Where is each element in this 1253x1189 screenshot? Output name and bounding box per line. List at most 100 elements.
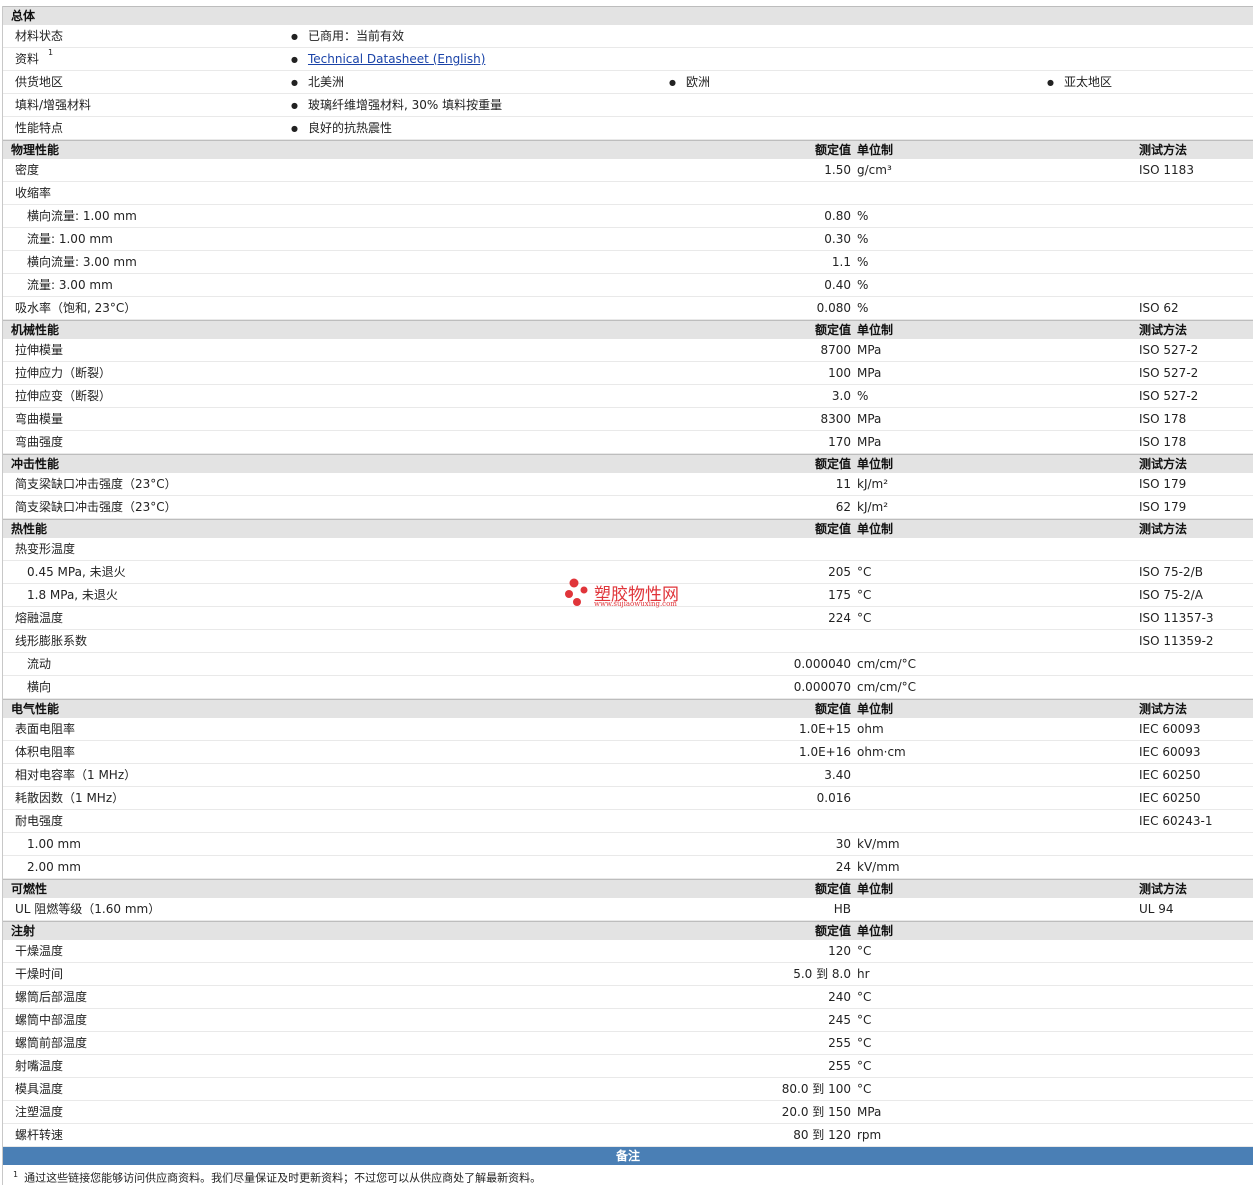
datasheet-link[interactable]: Technical Datasheet (English) [291,48,485,72]
unit-value: kJ/m² [857,500,889,514]
column-test-header: 测试方法 [1139,882,1188,896]
nominal-value: 5.0 到 8.0 [793,967,851,981]
nominal-value: 1.0E+16 [799,745,851,759]
nominal-value: 8300 [820,412,851,426]
property-label: 注塑温度 [15,1105,64,1119]
property-label: 螺筒前部温度 [15,1036,88,1050]
property-label: 0.45 MPa, 未退火 [27,565,126,579]
column-nominal-header: 额定值 [814,323,851,337]
nominal-value: 240 [828,990,851,1004]
property-row: 射嘴温度 255 °C [3,1055,1253,1078]
property-row: 相对电容率（1 MHz） 3.40 IEC 60250 [3,764,1253,787]
section-header: 冲击性能 额定值 单位制 测试方法 [3,454,1253,473]
column-unit-header: 单位制 [857,522,894,536]
unit-value: °C [857,1036,872,1050]
property-label: 拉伸应变（断裂） [15,389,112,403]
unit-value: cm/cm/°C [857,680,917,694]
nominal-value: 205 [828,565,851,579]
unit-value: ohm·cm [857,745,906,759]
property-row: 螺筒中部温度 245 °C [3,1009,1253,1032]
general-row: 供货地区 北美洲 欧洲 亚太地区 [3,71,1253,94]
property-label: UL 阻燃等级（1.60 mm） [15,902,161,916]
test-method: ISO 527-2 [1139,389,1199,403]
unit-value: ohm [857,722,884,736]
unit-value: kJ/m² [857,477,889,491]
nominal-value: 175 [828,588,851,602]
property-row: 横向流量: 3.00 mm 1.1% [3,251,1253,274]
property-row: 拉伸应变（断裂） 3.0% ISO 527-2 [3,385,1253,408]
column-nominal-header: 额定值 [814,143,851,157]
property-row: 耐电强度 IEC 60243-1 [3,810,1253,833]
column-test-header: 测试方法 [1139,702,1188,716]
property-label: 拉伸应力（断裂） [15,366,112,380]
column-test-header: 测试方法 [1139,522,1188,536]
property-label: 收缩率 [15,186,52,200]
test-method: ISO 62 [1139,301,1179,315]
nominal-value: 30 [835,837,851,851]
section-header: 可燃性 额定值 单位制 测试方法 [3,879,1253,898]
nominal-value: 80 到 120 [793,1128,851,1142]
unit-value: g/cm³ [857,163,892,177]
column-nominal-header: 额定值 [814,522,851,536]
row-label: 材料状态 [15,29,64,43]
unit-value: rpm [857,1128,882,1142]
unit-value: % [857,301,869,315]
property-sections: 物理性能 额定值 单位制 测试方法 密度 1.50 g/cm³ ISO 1183 收缩率 横向流量… [3,140,1253,1147]
property-row: 弯曲模量 8300 MPa ISO 178 [3,408,1253,431]
section-header: 电气性能 额定值 单位制 测试方法 [3,699,1253,718]
property-label: 耐电强度 [15,814,64,828]
nominal-value: 0.40 [824,278,851,292]
test-method: ISO 179 [1139,500,1187,514]
unit-value: cm/cm/°C [857,657,917,671]
unit-value: °C [857,565,872,579]
property-row: 注塑温度 20.0 到 150 MPa [3,1101,1253,1124]
nominal-value: 0.80 [824,209,851,223]
unit-value: MPa [857,343,882,357]
bullet-value: 玻璃纤维增强材料, 30% 填料按重量 [291,94,502,118]
nominal-value: 0.30 [824,232,851,246]
nominal-value: 224 [828,611,851,625]
nominal-value: 1.50 [824,163,851,177]
column-test-header: 测试方法 [1139,323,1188,337]
property-row: 螺筒前部温度 255 °C [3,1032,1253,1055]
property-label: 熔融温度 [15,611,64,625]
unit-value: % [857,232,869,246]
unit-value: °C [857,1013,872,1027]
nominal-value: 24 [835,860,851,874]
section-title: 物理性能 [11,143,60,157]
property-label: 流动 [27,657,52,671]
section-title: 电气性能 [11,702,60,716]
nominal-value: 0.016 [816,791,851,805]
general-row: 性能特点 良好的抗热震性 [3,117,1253,140]
section-header: 注射 额定值 单位制 [3,921,1253,940]
unit-value: % [857,278,869,292]
section-title: 机械性能 [11,323,60,337]
property-label: 射嘴温度 [15,1059,64,1073]
watermark-url: www.sujiaowuxing.com [594,600,677,608]
watermark-dots-icon [565,578,588,606]
property-label: 流量: 1.00 mm [27,232,113,246]
unit-value: kV/mm [857,837,900,851]
property-label: 弯曲模量 [15,412,64,426]
nominal-value: 20.0 到 150 [781,1105,851,1119]
nominal-value: 170 [828,435,851,449]
test-method: IEC 60243-1 [1139,814,1213,828]
property-row: 热变形温度 [3,538,1253,561]
property-row: 拉伸模量 8700 MPa ISO 527-2 [3,339,1253,362]
property-label: 横向 [27,680,52,694]
unit-value: % [857,209,869,223]
unit-value: MPa [857,412,882,426]
nominal-value: 3.40 [824,768,851,782]
unit-value: °C [857,1082,872,1096]
section-header: 热性能 额定值 单位制 测试方法 [3,519,1253,538]
property-row: UL 阻燃等级（1.60 mm） HB UL 94 [3,898,1253,921]
unit-value: kV/mm [857,860,900,874]
property-row: 体积电阻率 1.0E+16 ohm·cm IEC 60093 [3,741,1253,764]
nominal-value: 62 [835,500,851,514]
datasheet-link-text[interactable]: Technical Datasheet (English) [308,52,485,66]
property-row: 模具温度 80.0 到 100 °C [3,1078,1253,1101]
nominal-value: 11 [835,477,851,491]
property-label: 螺筒中部温度 [15,1013,88,1027]
property-row: 流动 0.000040 cm/cm/°C [3,653,1253,676]
unit-value: % [857,389,869,403]
